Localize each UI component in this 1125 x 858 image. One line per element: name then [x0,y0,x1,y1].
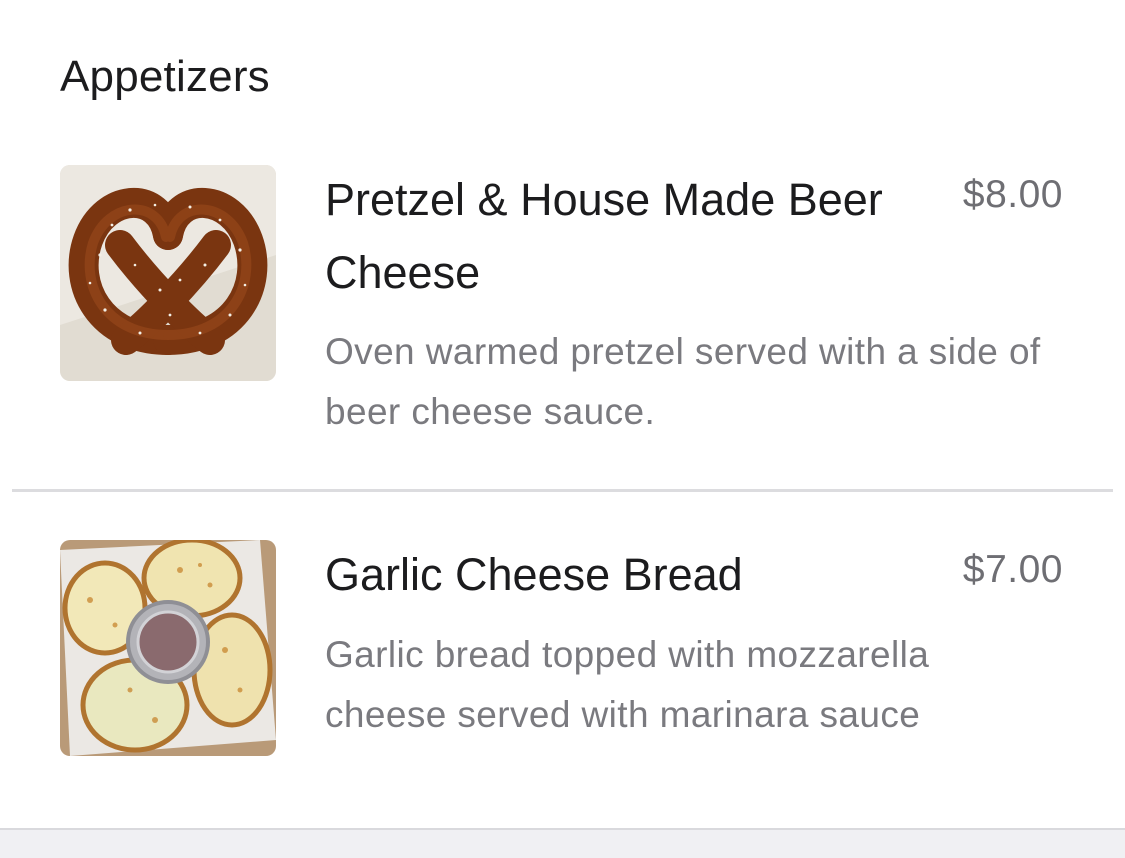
menu-page: Appetizers Pretzel & House Made Beer Che… [0,0,1125,858]
item-description: Garlic bread topped with mozzarella chee… [325,634,930,735]
item-name: Garlic Cheese Bread [325,549,743,600]
item-price: $7.00 [962,548,1063,591]
section-title: Appetizers [60,52,270,101]
item-name: Pretzel & House Made Beer Cheese [325,174,883,298]
menu-item[interactable]: Pretzel & House Made Beer Cheese $8.00 O… [0,165,1125,465]
item-description: Oven warmed pretzel served with a side o… [325,331,1041,432]
menu-item[interactable]: Garlic Cheese Bread $7.00 Garlic bread t… [0,540,1125,770]
item-price: $8.00 [962,173,1063,216]
pretzel-photo [60,165,276,381]
item-divider [12,489,1113,492]
bottom-bar [0,828,1125,858]
garlic-bread-photo [60,540,276,756]
